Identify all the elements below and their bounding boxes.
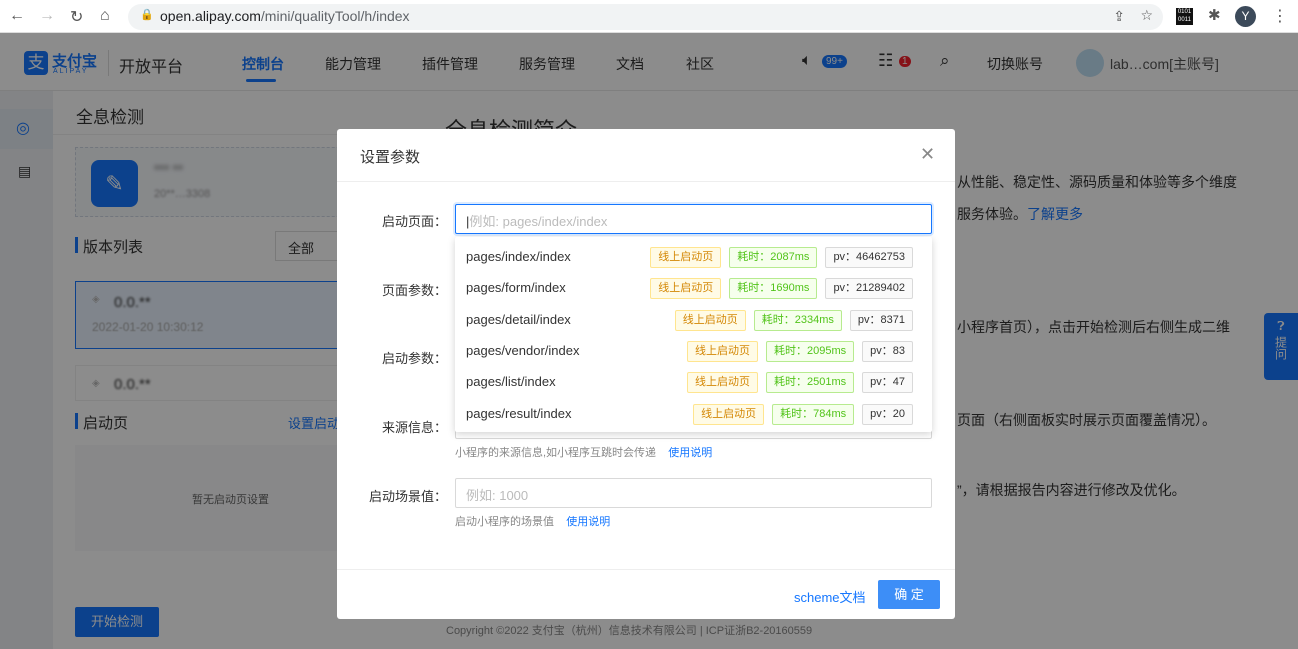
launch-tag: 线上启动页 bbox=[687, 340, 758, 362]
pv-tag: pv：20 bbox=[862, 403, 913, 425]
suggestion-page: pages/result/index bbox=[466, 405, 572, 421]
source-hint: 小程序的来源信息,如小程序互跳时会传递 使用说明 bbox=[455, 447, 713, 459]
usage-link[interactable]: 使用说明 bbox=[566, 516, 610, 528]
browser-toolbar: ← → ↻ ⌂ 🔒 open.alipay.com/mini/qualityTo… bbox=[0, 0, 1298, 33]
suggestion-item[interactable]: pages/list/index 线上启动页 耗时：2501ms pv：47 bbox=[455, 368, 932, 399]
reload-icon[interactable]: ↻ bbox=[70, 7, 83, 27]
duration-tag: 耗时：784ms bbox=[772, 403, 855, 425]
close-icon[interactable]: ✕ bbox=[920, 144, 935, 165]
duration-tag: 耗时：2501ms bbox=[766, 372, 855, 394]
suggestion-page: pages/index/index bbox=[466, 249, 571, 264]
extensions-icon[interactable]: ✱ bbox=[1208, 6, 1221, 24]
launch-tag: 线上启动页 bbox=[650, 278, 722, 300]
duration-tag: 耗时：1690ms bbox=[729, 278, 818, 300]
share-icon[interactable]: ⇪ bbox=[1113, 8, 1125, 25]
page-params-label: 页面参数： bbox=[381, 283, 447, 298]
duration-tag: 耗时：2334ms bbox=[753, 309, 842, 331]
usage-link[interactable]: 使用说明 bbox=[668, 447, 712, 459]
suggestion-page: pages/detail/index bbox=[466, 311, 571, 327]
pv-tag: pv：83 bbox=[862, 340, 913, 362]
confirm-button[interactable]: 确 定 bbox=[878, 580, 940, 609]
source-label: 来源信息： bbox=[381, 420, 447, 435]
url-path: /mini/qualityTool/h/index bbox=[260, 8, 410, 24]
binary-extension-icon[interactable]: 0101 0011 bbox=[1176, 8, 1193, 25]
scene-label: 启动场景值： bbox=[368, 489, 447, 504]
launch-tag: 线上启动页 bbox=[674, 309, 746, 331]
forward-icon[interactable]: → bbox=[39, 7, 55, 25]
suggestion-item[interactable]: pages/form/index 线上启动页 耗时：1690ms pv：2128… bbox=[455, 274, 932, 305]
lock-icon: 🔒 bbox=[140, 9, 154, 21]
suggestion-item[interactable]: pages/detail/index 线上启动页 耗时：2334ms pv：83… bbox=[455, 306, 932, 337]
start-params-label: 启动参数： bbox=[381, 351, 447, 366]
suggestion-item[interactable]: pages/result/index 线上启动页 耗时：784ms pv：20 bbox=[455, 400, 932, 431]
star-icon[interactable]: ☆ bbox=[1140, 7, 1153, 24]
profile-avatar[interactable]: Y bbox=[1235, 6, 1256, 27]
home-icon[interactable]: ⌂ bbox=[100, 7, 110, 25]
pv-tag: pv：21289402 bbox=[825, 278, 913, 300]
start-page-suggestions: pages/index/index 线上启动页 耗时：2087ms pv：464… bbox=[455, 237, 932, 432]
pv-tag: pv：47 bbox=[862, 372, 913, 394]
pv-tag: pv：8371 bbox=[849, 309, 913, 331]
start-page-input[interactable]: |例如: pages/index/index bbox=[455, 204, 932, 234]
suggestion-page: pages/form/index bbox=[466, 280, 566, 296]
pv-tag: pv：46462753 bbox=[825, 247, 913, 268]
duration-tag: 耗时：2087ms bbox=[729, 247, 818, 268]
settings-modal: 设置参数 ✕ 启动页面： |例如: pages/index/index 页面参数… bbox=[337, 129, 955, 619]
launch-tag: 线上启动页 bbox=[687, 372, 758, 394]
suggestion-item[interactable]: pages/index/index 线上启动页 耗时：2087ms pv：464… bbox=[455, 243, 932, 274]
suggestion-page: pages/list/index bbox=[466, 374, 556, 390]
scheme-doc-link[interactable]: scheme文档 bbox=[794, 587, 866, 606]
duration-tag: 耗时：2095ms bbox=[766, 340, 855, 362]
launch-tag: 线上启动页 bbox=[650, 247, 722, 268]
suggestion-item[interactable]: pages/vendor/index 线上启动页 耗时：2095ms pv：83 bbox=[455, 337, 932, 368]
start-page-label: 启动页面： bbox=[381, 214, 447, 229]
menu-icon[interactable]: ⋮ bbox=[1272, 6, 1288, 26]
launch-tag: 线上启动页 bbox=[693, 403, 765, 425]
suggestion-page: pages/vendor/index bbox=[466, 342, 580, 358]
back-icon[interactable]: ← bbox=[9, 7, 25, 25]
scene-input[interactable]: 例如: 1000 bbox=[455, 478, 932, 508]
address-bar[interactable]: 🔒 open.alipay.com/mini/qualityTool/h/ind… bbox=[128, 4, 1163, 30]
modal-title: 设置参数 bbox=[360, 149, 421, 166]
url-host: open.alipay.com bbox=[160, 8, 261, 24]
scene-hint: 启动小程序的场景值 使用说明 bbox=[455, 516, 611, 528]
